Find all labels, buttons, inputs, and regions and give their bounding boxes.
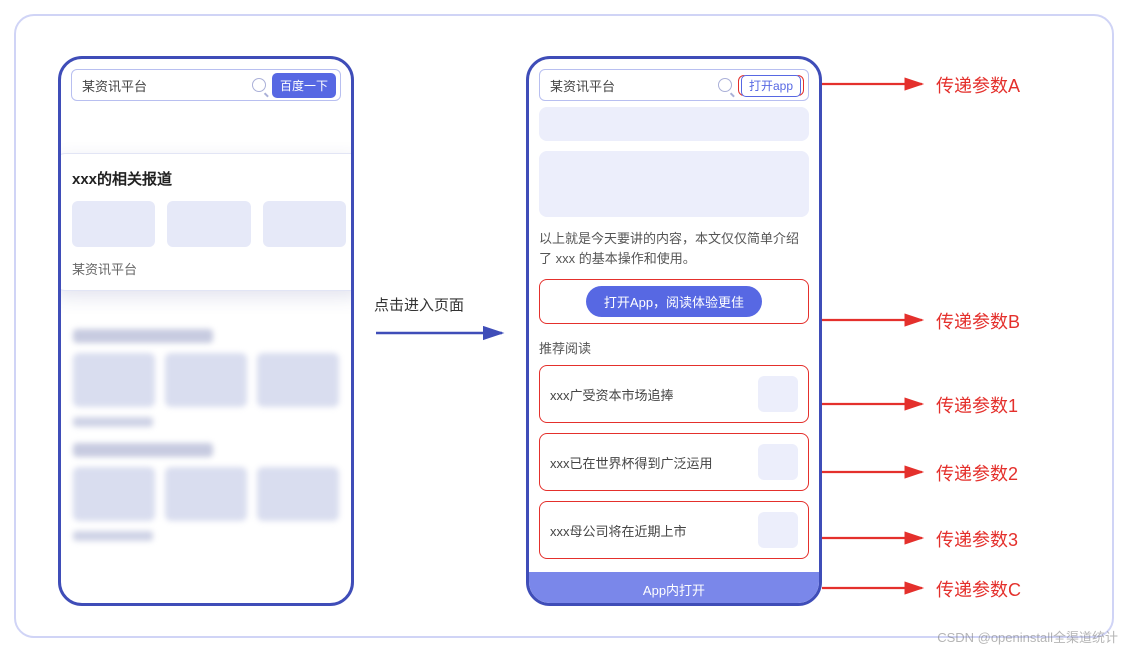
thumbnail bbox=[167, 201, 250, 247]
recommend-item-text: xxx母公司将在近期上市 bbox=[550, 521, 748, 540]
result-card[interactable]: xxx的相关报道 某资讯平台 bbox=[58, 153, 354, 291]
annotation-label: 传递参数B bbox=[936, 308, 1020, 334]
phone-left: 某资讯平台 百度一下 xxx的相关报道 某资讯平台 bbox=[58, 56, 354, 606]
recommend-section-title: 推荐阅读 bbox=[539, 338, 809, 357]
arrow-right-icon bbox=[822, 576, 932, 600]
recommend-item-thumb bbox=[758, 444, 798, 480]
search-icon bbox=[252, 78, 266, 92]
card-title: xxx的相关报道 bbox=[72, 168, 346, 189]
arrow-right-icon bbox=[822, 72, 932, 96]
baidu-search-button[interactable]: 百度一下 bbox=[272, 73, 336, 98]
search-bar[interactable]: 某资讯平台 百度一下 bbox=[71, 69, 341, 101]
arrow-right-icon bbox=[374, 318, 514, 348]
recommend-item[interactable]: xxx母公司将在近期上市 bbox=[539, 501, 809, 559]
thumbnail bbox=[263, 201, 346, 247]
search-icon bbox=[718, 78, 732, 92]
arrow-right-icon bbox=[822, 460, 932, 484]
transition-label: 点击进入页面 bbox=[374, 294, 464, 315]
diagram-canvas: 某资讯平台 百度一下 xxx的相关报道 某资讯平台 bbox=[14, 14, 1114, 638]
open-app-highlight: 打开app bbox=[738, 75, 804, 96]
recommend-item[interactable]: xxx已在世界杯得到广泛运用 bbox=[539, 433, 809, 491]
open-app-pill-button[interactable]: 打开App，阅读体验更佳 bbox=[586, 286, 762, 317]
recommend-item-thumb bbox=[758, 512, 798, 548]
article-summary: 以上就是今天要讲的内容，本文仅仅简单介绍了 xxx 的基本操作和使用。 bbox=[539, 229, 809, 269]
phone-right: 某资讯平台 打开app 以上就是今天要讲的内容，本文仅仅简单介绍了 xxx 的基… bbox=[526, 56, 822, 606]
recommend-item-text: xxx已在世界杯得到广泛运用 bbox=[550, 453, 748, 472]
recommend-item-thumb bbox=[758, 376, 798, 412]
platform-label: 某资讯平台 bbox=[82, 76, 147, 95]
open-app-pill-highlight: 打开App，阅读体验更佳 bbox=[539, 279, 809, 324]
arrow-right-icon bbox=[822, 526, 932, 550]
annotation-label: 传递参数2 bbox=[936, 460, 1018, 486]
open-in-app-bottom-button[interactable]: App内打开 bbox=[529, 572, 819, 606]
search-bar[interactable]: 某资讯平台 打开app bbox=[539, 69, 809, 101]
card-source: 某资讯平台 bbox=[72, 259, 346, 278]
open-app-button[interactable]: 打开app bbox=[741, 75, 801, 97]
content-placeholder bbox=[539, 107, 809, 141]
card-thumbnails bbox=[72, 201, 346, 247]
arrow-right-icon bbox=[822, 392, 932, 416]
recommend-item[interactable]: xxx广受资本市场追捧 bbox=[539, 365, 809, 423]
blurred-results bbox=[73, 329, 339, 557]
recommend-item-text: xxx广受资本市场追捧 bbox=[550, 385, 748, 404]
platform-label: 某资讯平台 bbox=[550, 76, 615, 95]
annotation-label: 传递参数A bbox=[936, 72, 1020, 98]
watermark: CSDN @openinstall全渠道统计 bbox=[937, 627, 1118, 646]
annotation-label: 传递参数1 bbox=[936, 392, 1018, 418]
content-placeholder bbox=[539, 151, 809, 217]
annotation-label: 传递参数C bbox=[936, 576, 1021, 602]
thumbnail bbox=[72, 201, 155, 247]
annotation-label: 传递参数3 bbox=[936, 526, 1018, 552]
arrow-right-icon bbox=[822, 308, 932, 332]
